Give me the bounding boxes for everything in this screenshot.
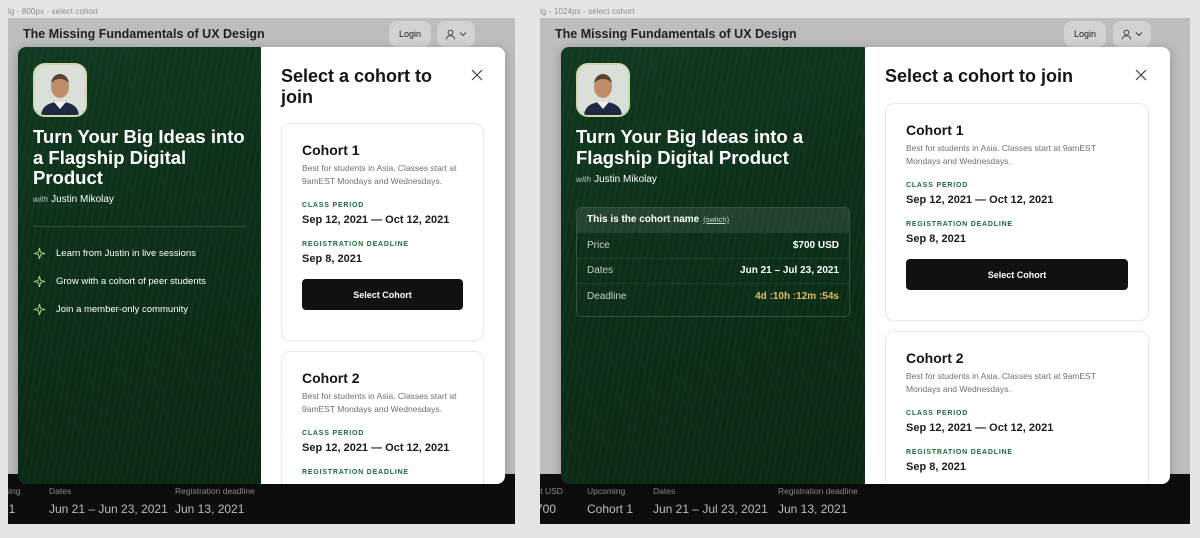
close-button[interactable] — [470, 68, 484, 82]
selected-cohort-header: This is the cohort name (switch) — [577, 208, 849, 232]
cohort-list-pane: Select a cohort to join Cohort 1 Best fo… — [865, 47, 1170, 484]
instructor-name: Justin Mikolay — [594, 174, 657, 185]
class-period-label: CLASS PERIOD — [906, 410, 969, 417]
bottom-bar-item: Dates Jun 21 – Jun 23, 2021 — [49, 486, 168, 516]
site-title: The Missing Fundamentals of UX Design — [23, 27, 265, 41]
bottom-bar-item: Dates Jun 21 – Jul 23, 2021 — [653, 486, 768, 516]
instructor-line: with Justin Mikolay — [33, 194, 114, 205]
selected-cohort-name: This is the cohort name — [587, 214, 700, 225]
divider — [33, 226, 246, 227]
user-menu-button[interactable] — [1113, 21, 1151, 47]
instructor-avatar — [576, 63, 630, 117]
instructor-line: with Justin Mikolay — [576, 174, 657, 185]
cohort-description: Best for students in Asia. Classes start… — [302, 391, 457, 414]
chevron-down-icon — [459, 32, 467, 37]
class-period-value: Sep 12, 2021 — Oct 12, 2021 — [302, 214, 450, 226]
cohort-card: Cohort 2 Best for students in Asia. Clas… — [885, 331, 1149, 484]
artboard-800: The Missing Fundamentals of UX Design Lo… — [8, 18, 515, 524]
user-menu-button[interactable] — [437, 21, 475, 47]
cohort-name: Cohort 1 — [906, 122, 964, 138]
login-button[interactable]: Login — [389, 21, 431, 47]
bottom-bar-item: Registration deadline Jun 13, 2021 — [778, 486, 858, 516]
frame-label: lg - 1024px - select cohort — [540, 7, 635, 16]
user-icon — [1121, 29, 1132, 39]
select-cohort-button[interactable]: Select Cohort — [906, 259, 1128, 290]
close-button[interactable] — [1134, 68, 1148, 82]
cohort-description: Best for students in Asia. Classes start… — [906, 371, 1096, 394]
course-title: Turn Your Big Ideas into a Flagship Digi… — [33, 126, 245, 188]
registration-deadline-value: Sep 8, 2021 — [906, 461, 966, 473]
cohort-description: Best for students in Asia. Classes start… — [906, 143, 1096, 166]
select-cohort-button[interactable]: Select Cohort — [302, 279, 463, 310]
course-title: Turn Your Big Ideas into a Flagship Digi… — [576, 126, 804, 168]
instructor-avatar — [33, 63, 87, 117]
cohort-name: Cohort 2 — [906, 350, 964, 366]
cohort-card: Cohort 1 Best for students in Asia. Clas… — [281, 123, 484, 341]
course-info-pane: Turn Your Big Ideas into a Flagship Digi… — [18, 47, 261, 484]
cohort-name: Cohort 1 — [302, 142, 360, 158]
registration-deadline-value: Sep 8, 2021 — [302, 253, 362, 265]
sparkle-icon — [33, 247, 46, 260]
deadline-countdown-row: Deadline 4d :10h :12m :54s — [577, 283, 849, 309]
class-period-label: CLASS PERIOD — [302, 430, 365, 437]
feature-item: Grow with a cohort of peer students — [33, 275, 206, 288]
selected-cohort-panel: This is the cohort name (switch) Price $7… — [576, 207, 850, 317]
feature-item: Learn from Justin in live sessions — [33, 247, 196, 260]
cohort-card: Cohort 2 Best for students in Asia. Clas… — [281, 351, 484, 484]
class-period-value: Sep 12, 2021 — Oct 12, 2021 — [302, 442, 450, 454]
chevron-down-icon — [1135, 32, 1143, 37]
registration-deadline-label: REGISTRATION DEADLINE — [906, 449, 1013, 456]
switch-cohort-link[interactable]: (switch) — [703, 215, 729, 224]
registration-deadline-label: REGISTRATION DEADLINE — [302, 241, 409, 248]
dates-row: Dates Jun 21 – Jul 23, 2021 — [577, 257, 849, 284]
modal-title: Select a cohort to join — [281, 66, 433, 107]
login-button[interactable]: Login — [1064, 21, 1106, 47]
cohort-description: Best for students in Asia. Classes start… — [302, 163, 457, 186]
user-icon — [445, 29, 456, 39]
close-icon — [471, 69, 483, 81]
class-period-value: Sep 12, 2021 — Oct 12, 2021 — [906, 194, 1054, 206]
registration-deadline-label: REGISTRATION DEADLINE — [906, 221, 1013, 228]
cohort-list-pane: Select a cohort to join Cohort 1 Best fo… — [261, 47, 505, 484]
registration-deadline-value: Sep 8, 2021 — [906, 233, 966, 245]
select-cohort-modal: Turn Your Big Ideas into a Flagship Digi… — [561, 47, 1170, 484]
site-header: The Missing Fundamentals of UX Design Lo… — [540, 18, 1190, 50]
sparkle-icon — [33, 303, 46, 316]
price-row: Price $700 USD — [577, 232, 849, 258]
cohort-name: Cohort 2 — [302, 370, 360, 386]
registration-deadline-label: REGISTRATION DEADLINE — [302, 469, 409, 476]
course-info-pane: Turn Your Big Ideas into a Flagship Digi… — [561, 47, 865, 484]
close-icon — [1135, 69, 1147, 81]
bottom-bar-item: st USD 700 — [540, 486, 563, 516]
modal-title: Select a cohort to join — [885, 66, 1074, 86]
site-title: The Missing Fundamentals of UX Design — [555, 27, 797, 41]
site-header: The Missing Fundamentals of UX Design Lo… — [8, 18, 515, 50]
feature-item: Join a member-only community — [33, 303, 188, 316]
class-period-label: CLASS PERIOD — [906, 182, 969, 189]
instructor-name: Justin Mikolay — [51, 194, 114, 205]
bottom-bar-item: Registration deadline Jun 13, 2021 — [175, 486, 255, 516]
frame-label: lg - 800px - select cohort — [8, 7, 99, 16]
sparkle-icon — [33, 275, 46, 288]
bottom-bar-item: Upcoming Cohort 1 — [587, 486, 634, 516]
class-period-value: Sep 12, 2021 — Oct 12, 2021 — [906, 422, 1054, 434]
cohort-card: Cohort 1 Best for students in Asia. Clas… — [885, 103, 1149, 321]
artboard-1024: The Missing Fundamentals of UX Design Lo… — [540, 18, 1190, 524]
bottom-bar-item: ming t 1 — [8, 486, 21, 516]
select-cohort-modal: Turn Your Big Ideas into a Flagship Digi… — [18, 47, 505, 484]
class-period-label: CLASS PERIOD — [302, 202, 365, 209]
